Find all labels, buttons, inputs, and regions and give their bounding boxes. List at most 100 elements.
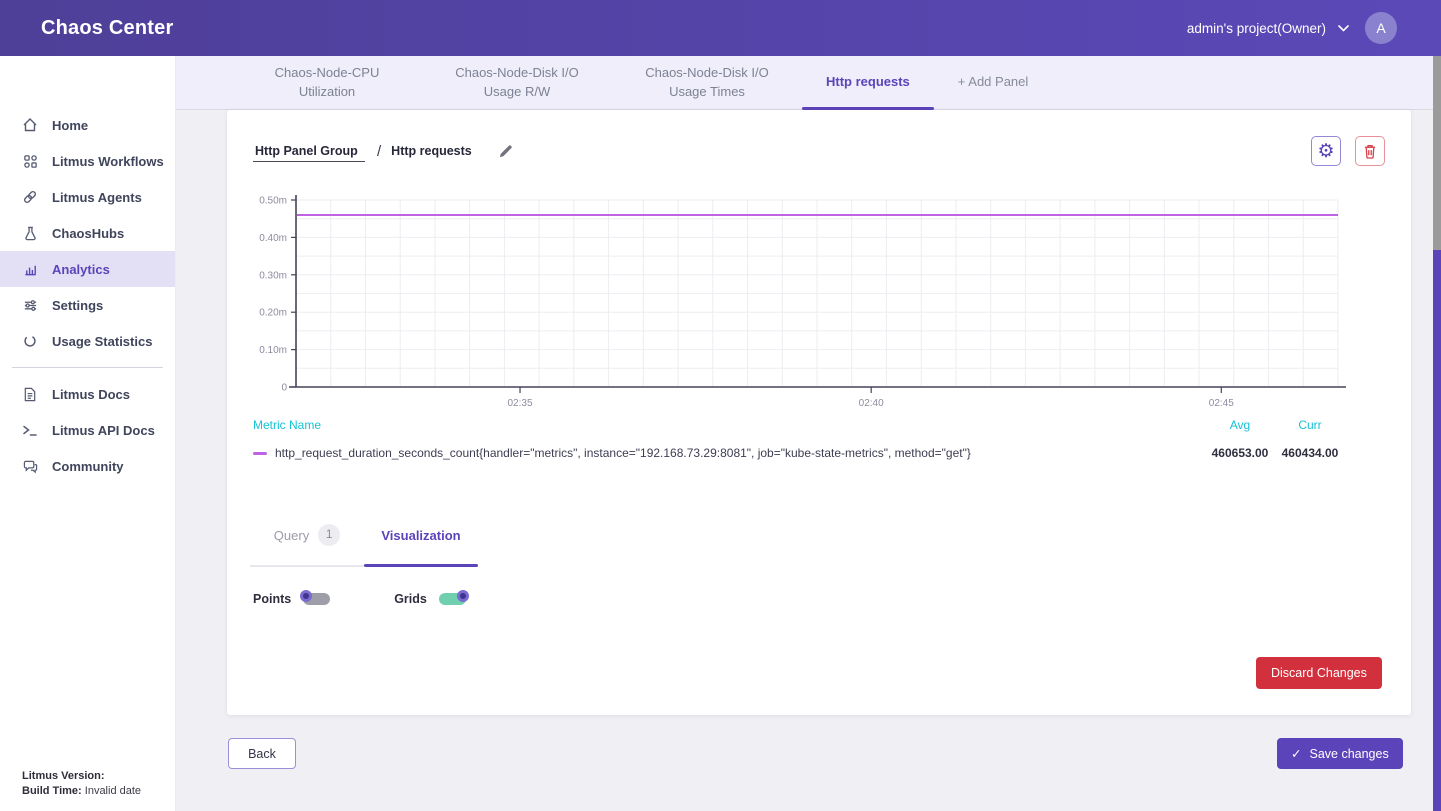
sidebar-item-litmus-docs[interactable]: Litmus Docs bbox=[0, 376, 175, 412]
tab-chaos-node-disk-io-usage-rw[interactable]: Chaos-Node-Disk I/O Usage R/W bbox=[422, 56, 612, 109]
sidebar-item-label: Litmus Agents bbox=[52, 190, 142, 205]
svg-text:02:45: 02:45 bbox=[1209, 398, 1234, 409]
panel-tabbar: Chaos-Node-CPU Utilization Chaos-Node-Di… bbox=[176, 56, 1441, 110]
sidebar-item-litmus-agents[interactable]: Litmus Agents bbox=[0, 179, 175, 215]
project-name: admin's project(Owner) bbox=[1187, 21, 1326, 36]
query-count-badge: 1 bbox=[318, 524, 340, 546]
agents-icon bbox=[22, 189, 38, 205]
panel-delete-button[interactable] bbox=[1355, 136, 1385, 166]
metric-curr-value: 460434.00 bbox=[1275, 446, 1345, 460]
svg-text:0.10m: 0.10m bbox=[259, 345, 287, 356]
panel-group-name-input[interactable] bbox=[253, 141, 365, 162]
points-toggle-label: Points bbox=[253, 592, 291, 606]
editor-subtabs: Query 1 Visualization bbox=[250, 518, 478, 567]
api-docs-icon bbox=[22, 422, 38, 438]
sidebar-item-label: Home bbox=[52, 118, 88, 133]
svg-text:0.40m: 0.40m bbox=[259, 233, 287, 244]
svg-text:0.50m: 0.50m bbox=[259, 196, 287, 207]
scrollbar-thumb[interactable] bbox=[1433, 250, 1441, 811]
panel-name: Http requests bbox=[391, 144, 472, 158]
sidebar-item-label: Settings bbox=[52, 298, 103, 313]
litmus-version-label: Litmus Version: bbox=[22, 770, 105, 782]
sidebar-item-home[interactable]: Home bbox=[0, 107, 175, 143]
tab-visualization[interactable]: Visualization bbox=[364, 518, 478, 552]
avatar[interactable]: A bbox=[1365, 12, 1397, 44]
grids-toggle-label: Grids bbox=[394, 592, 427, 606]
subtab-underline bbox=[250, 564, 478, 567]
visualization-toggles: Points Grids bbox=[253, 592, 466, 606]
sidebar-item-label: Litmus Docs bbox=[52, 387, 130, 402]
sidebar-item-label: Usage Statistics bbox=[52, 334, 152, 349]
metric-chart-svg: 0 0.10m 0.20m 0.30m 0.40m 0.50m 02:35 02:40 02:4… bbox=[250, 190, 1350, 415]
build-time-value: Invalid date bbox=[85, 785, 141, 797]
save-changes-label: Save changes bbox=[1309, 747, 1388, 761]
sidebar-item-litmus-api-docs[interactable]: Litmus API Docs bbox=[0, 412, 175, 448]
discard-changes-button[interactable]: Discard Changes bbox=[1256, 657, 1382, 689]
docs-icon bbox=[22, 386, 38, 402]
home-icon bbox=[22, 117, 38, 133]
sidebar-item-chaoshubs[interactable]: ChaosHubs bbox=[0, 215, 175, 251]
legend-swatch bbox=[253, 452, 267, 455]
save-changes-button[interactable]: ✓ Save changes bbox=[1277, 738, 1403, 769]
panel-header: / Http requests ⚙ bbox=[253, 134, 1385, 168]
project-selector[interactable]: admin's project(Owner) bbox=[1187, 21, 1349, 36]
usage-statistics-icon bbox=[22, 333, 38, 349]
metric-avg-value: 460653.00 bbox=[1205, 446, 1275, 460]
community-icon bbox=[22, 458, 38, 474]
svg-text:02:40: 02:40 bbox=[859, 398, 884, 409]
app-header: Chaos Center admin's project(Owner) A bbox=[0, 0, 1441, 56]
workflows-icon bbox=[22, 153, 38, 169]
sidebar-item-label: Litmus API Docs bbox=[52, 423, 155, 438]
page-scrollbar[interactable] bbox=[1433, 56, 1441, 811]
sidebar-item-label: Analytics bbox=[52, 262, 110, 277]
sidebar-item-settings[interactable]: Settings bbox=[0, 287, 175, 323]
app-title: Chaos Center bbox=[41, 17, 173, 40]
grids-toggle[interactable] bbox=[439, 593, 466, 605]
sidebar-item-litmus-workflows[interactable]: Litmus Workflows bbox=[0, 143, 175, 179]
sidebar-item-analytics[interactable]: Analytics bbox=[0, 251, 175, 287]
sidebar: Home Litmus Workflows Litmus Agents Chao… bbox=[0, 56, 176, 811]
edit-pencil-icon[interactable] bbox=[498, 144, 513, 159]
chaos-center-app: Chaos Center admin's project(Owner) A Ho… bbox=[0, 0, 1441, 811]
check-icon: ✓ bbox=[1291, 746, 1301, 761]
chaoshubs-icon bbox=[22, 225, 38, 241]
sidebar-item-label: Community bbox=[52, 459, 124, 474]
analytics-icon bbox=[22, 261, 38, 277]
sidebar-footer: Litmus Version: Build Time: Invalid date bbox=[22, 769, 141, 799]
build-time-label: Build Time: bbox=[22, 785, 82, 797]
trash-icon bbox=[1363, 144, 1377, 159]
tab-http-requests[interactable]: Http requests bbox=[802, 56, 934, 109]
grids-toggle-knob bbox=[457, 590, 469, 602]
points-toggle[interactable] bbox=[303, 593, 330, 605]
tab-chaos-node-disk-io-usage-times[interactable]: Chaos-Node-Disk I/O Usage Times bbox=[612, 56, 802, 109]
legend-series-row: http_request_duration_seconds_count{hand… bbox=[253, 446, 1345, 460]
sidebar-divider bbox=[12, 367, 163, 368]
tab-query[interactable]: Query 1 bbox=[250, 518, 364, 552]
breadcrumb-separator: / bbox=[377, 143, 381, 160]
tab-chaos-node-cpu-utilization[interactable]: Chaos-Node-CPU Utilization bbox=[232, 56, 422, 109]
panel-card: / Http requests ⚙ 00.10m0.20m0.30m0.40m0… bbox=[227, 110, 1411, 715]
legend-header: Metric Name bbox=[253, 418, 321, 432]
sidebar-item-label: ChaosHubs bbox=[52, 226, 124, 241]
sidebar-item-usage-statistics[interactable]: Usage Statistics bbox=[0, 323, 175, 359]
back-button[interactable]: Back bbox=[228, 738, 296, 769]
metric-name: http_request_duration_seconds_count{hand… bbox=[275, 446, 1205, 460]
avg-column-header: Avg bbox=[1205, 418, 1275, 432]
content-area: / Http requests ⚙ 00.10m0.20m0.30m0.40m0… bbox=[176, 110, 1441, 811]
metric-chart: 0 0.10m 0.20m 0.30m 0.40m 0.50m 02:35 02:40 02:4… bbox=[250, 190, 1350, 415]
points-toggle-knob bbox=[300, 590, 312, 602]
svg-text:0.20m: 0.20m bbox=[259, 308, 287, 319]
curr-column-header: Curr bbox=[1275, 418, 1345, 432]
settings-icon bbox=[22, 297, 38, 313]
add-panel-button[interactable]: + Add Panel bbox=[934, 56, 1052, 109]
sidebar-item-label: Litmus Workflows bbox=[52, 154, 164, 169]
panel-settings-button[interactable]: ⚙ bbox=[1311, 136, 1341, 166]
gear-icon: ⚙ bbox=[1317, 140, 1334, 163]
svg-text:0.30m: 0.30m bbox=[259, 270, 287, 281]
chart-legend: Metric Name Avg Curr http_request_durati… bbox=[253, 418, 1345, 460]
sidebar-item-community[interactable]: Community bbox=[0, 448, 175, 484]
query-tab-label: Query bbox=[274, 528, 309, 543]
svg-text:0: 0 bbox=[281, 383, 287, 394]
svg-text:02:35: 02:35 bbox=[508, 398, 533, 409]
visualization-tab-label: Visualization bbox=[381, 528, 460, 543]
